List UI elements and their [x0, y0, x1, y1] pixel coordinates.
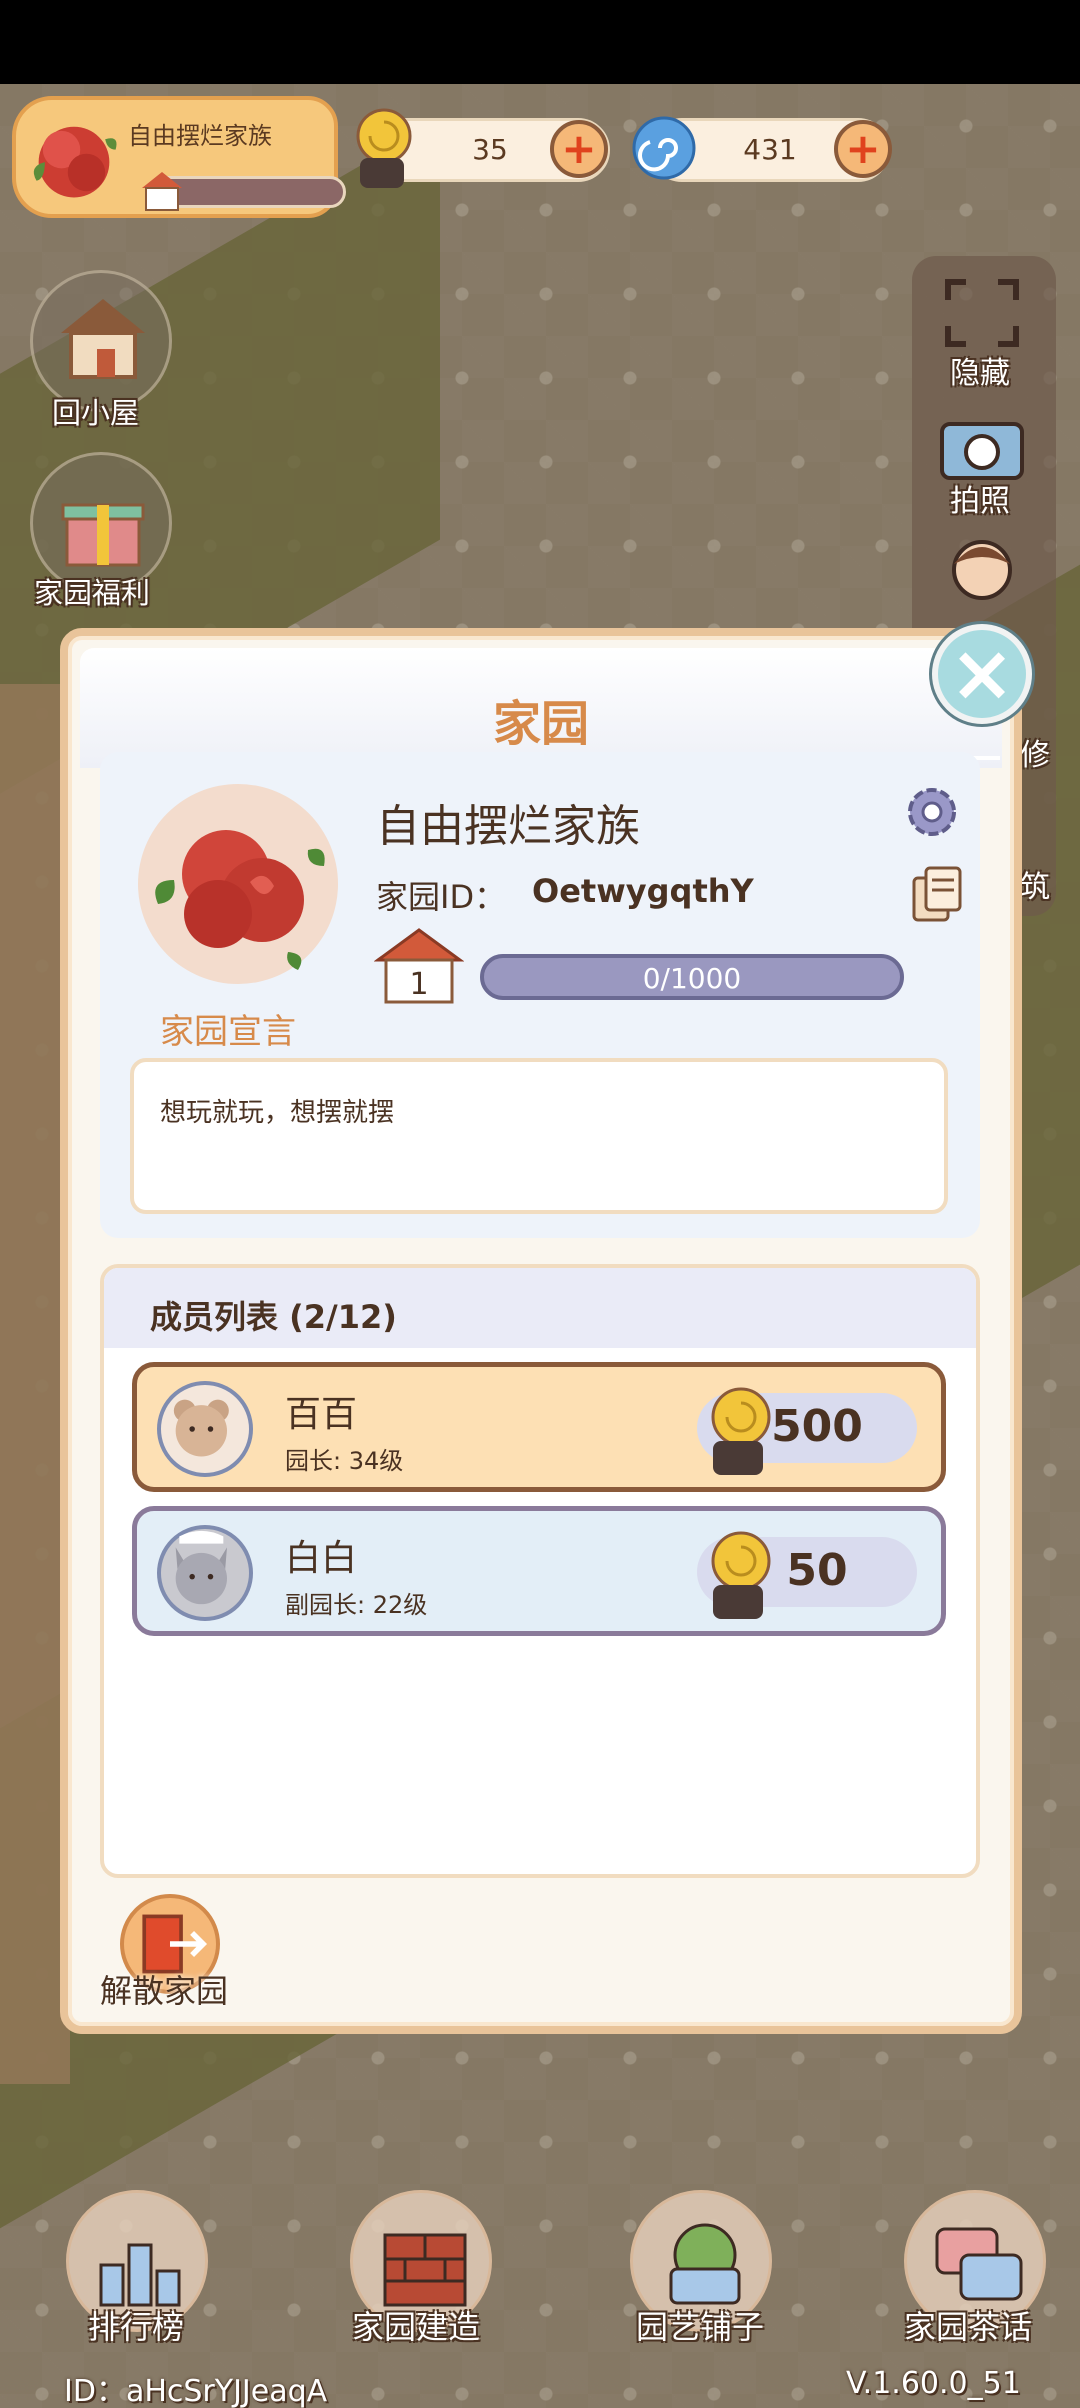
copy-icon[interactable]	[910, 864, 966, 924]
member-avatar	[157, 1381, 253, 1477]
member-role: 副园长: 22级	[285, 1591, 428, 1619]
member-role: 园长: 34级	[285, 1447, 404, 1475]
planter-icon	[669, 2223, 741, 2305]
family-exp-text: 0/1000	[642, 962, 742, 995]
character-icon[interactable]	[942, 530, 1022, 610]
leaderboard-icon	[99, 2243, 181, 2307]
member-name: 白白	[285, 1538, 358, 1579]
bear-icon	[173, 1399, 229, 1457]
dialog-title: 家园	[492, 696, 589, 752]
nav-build-label: 家园建造	[352, 2308, 481, 2346]
house-level-icon: 1	[374, 928, 464, 1004]
family-badge[interactable]: 自由摆烂家族	[12, 96, 346, 218]
brick-wall-icon	[383, 2233, 467, 2307]
rose-icon	[155, 830, 325, 970]
spiral-gem-icon	[632, 116, 696, 180]
snail-coin-icon	[711, 1531, 771, 1619]
repair-label: 修	[1020, 738, 1050, 773]
family-id-value: OetwygqthY	[532, 872, 754, 910]
close-button[interactable]: ×	[932, 624, 1032, 724]
nav-shop-label: 园艺铺子	[636, 2308, 765, 2346]
player-id: ID：aHcSrYJJeaqA	[64, 2374, 328, 2408]
cat-icon	[175, 1530, 227, 1605]
house-level-number: 1	[409, 967, 428, 1002]
nav-rank-label: 排行榜	[88, 2308, 185, 2346]
member-name: 百百	[285, 1394, 358, 1435]
member-list-header: 成员列表 (2/12)	[104, 1268, 976, 1348]
dialog-header: 家园	[80, 648, 1002, 768]
member-avatar	[157, 1525, 253, 1621]
add-gem-button[interactable]: +	[834, 120, 892, 178]
add-coin-button[interactable]: +	[550, 120, 608, 178]
declaration-label: 家园宣言	[160, 1012, 296, 1052]
member-list-title: 成员列表 (2/12)	[150, 1298, 397, 1336]
photo-label: 拍照	[950, 484, 1010, 519]
family-avatar[interactable]	[138, 784, 338, 984]
nav-chat-label: 家园茶话	[904, 2308, 1033, 2346]
family-exp-bar: 0/1000	[480, 954, 904, 1000]
member-row-leader[interactable]: 百百 园长: 34级 500	[132, 1362, 946, 1492]
version-label: V.1.60.0_51	[846, 2366, 1021, 2401]
gear-icon[interactable]	[902, 782, 962, 842]
family-id-label: 家园ID：	[376, 878, 507, 916]
declaration-text: 想玩就玩，想摆就摆	[160, 1098, 395, 1128]
rose-icon	[33, 126, 117, 198]
snail-coin-icon	[711, 1387, 771, 1475]
disband-label: 解散家园	[100, 1972, 229, 2010]
snail-coin-icon	[356, 108, 412, 188]
house-level-icon	[142, 172, 182, 211]
gift-icon	[61, 503, 145, 567]
home-label: 回小屋	[52, 396, 140, 430]
member-row-vice[interactable]: 白白 副园长: 22级 50	[132, 1506, 946, 1636]
house-icon	[61, 299, 145, 379]
family-name-title: 自由摆烂家族	[376, 801, 640, 852]
family-name: 自由摆烂家族	[128, 122, 272, 150]
fullscreen-icon[interactable]	[944, 278, 1020, 348]
welfare-label: 家园福利	[34, 576, 151, 610]
declaration-box[interactable]: 想玩就玩，想摆就摆	[130, 1058, 948, 1214]
chat-bubble-icon	[935, 2227, 1023, 2301]
build-label: 筑	[1020, 870, 1050, 905]
camera-icon[interactable]	[936, 410, 1028, 484]
status-bar	[0, 0, 1080, 84]
hide-label: 隐藏	[950, 356, 1010, 391]
